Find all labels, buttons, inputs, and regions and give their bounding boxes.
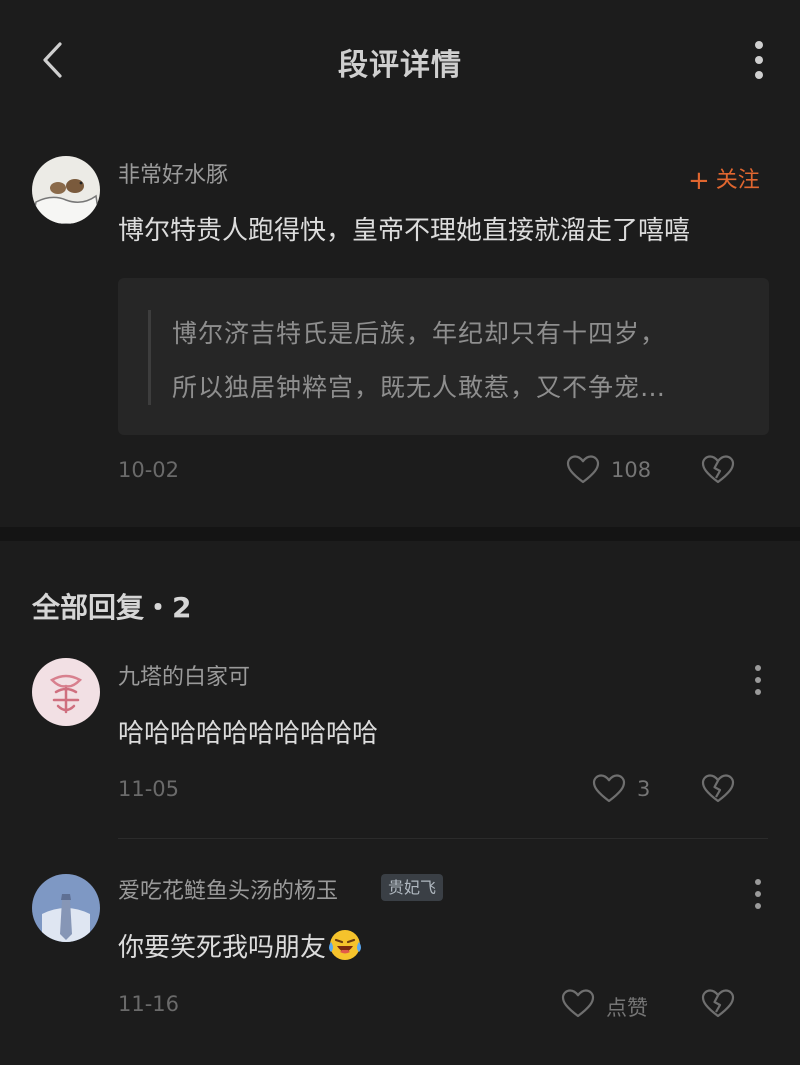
reply-username[interactable]: 爱吃花鲢鱼头汤的杨玉 [118,873,338,905]
user-badge: 贵妃飞 [381,874,444,901]
heart-icon[interactable] [566,454,600,486]
quote-bar [148,310,151,405]
heart-icon[interactable] [592,773,626,805]
reply-date: 11-16 [118,992,180,1016]
like-count: 3 [637,777,651,801]
top-bar: 段评详情 [0,0,800,122]
plus-icon: + [688,166,710,196]
post-text: 博尔特贵人跑得快，皇帝不理她直接就溜走了嘻嘻 [118,216,691,246]
reply-text-row: 你要笑死我吗朋友 [118,927,362,964]
page-title: 段评详情 [338,48,462,83]
reply-divider [118,838,768,839]
reply-text: 你要笑死我吗朋友 [118,933,327,963]
quoted-paragraph[interactable]: 博尔济吉特氏是后族，年纪却只有十四岁， 所以独居钟粹宫，既无人敢惹，又不争宠… [118,278,769,435]
heart-icon[interactable] [561,988,595,1020]
avatar[interactable] [32,874,100,942]
like-label: 点赞 [606,996,648,1020]
laughing-crying-emoji-icon [328,928,362,962]
follow-label: 关注 [715,168,760,193]
reply-text: 哈哈哈哈哈哈哈哈哈哈 [118,719,379,749]
replies-header: 全部回复・2 [32,591,192,624]
quote-line: 所以独居钟粹宫，既无人敢惹，又不争宠… [172,373,667,402]
more-options-icon[interactable] [744,38,774,82]
more-options-icon[interactable] [748,876,768,912]
section-separator [0,527,800,541]
follow-button[interactable]: + 关注 [688,162,760,196]
avatar[interactable] [32,658,100,726]
broken-heart-icon[interactable] [701,988,735,1020]
post-username[interactable]: 非常好水豚 [118,157,228,189]
reply-date: 11-05 [118,777,180,801]
post-date: 10-02 [118,458,180,482]
quote-line: 博尔济吉特氏是后族，年纪却只有十四岁， [172,319,667,348]
broken-heart-icon[interactable] [701,454,735,486]
like-count: 108 [611,458,652,482]
more-options-icon[interactable] [748,662,768,698]
avatar[interactable] [32,156,100,224]
broken-heart-icon[interactable] [701,773,735,805]
reply-username[interactable]: 九塔的白家可 [118,659,250,691]
